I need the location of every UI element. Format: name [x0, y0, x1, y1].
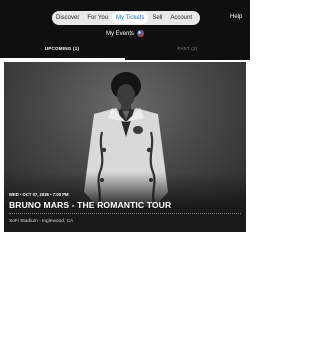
event-venue: SoFi Stadium - Inglewood, CA [9, 219, 74, 224]
active-tab-indicator [0, 58, 125, 60]
page-title-text: My Events [105, 30, 134, 37]
tab-past[interactable]: PAST (2) [125, 46, 250, 51]
top-navigation-bar: Discover For You My Tickets Sell Account… [0, 0, 250, 60]
help-link[interactable]: Help [230, 14, 242, 20]
nav-for-you[interactable]: For You [83, 12, 112, 24]
event-date-time: WED • OCT 07, 2026 • 7:00 PM [9, 192, 69, 197]
event-photo [4, 62, 246, 207]
tab-upcoming[interactable]: UPCOMING (1) [0, 46, 124, 51]
event-title: BRUNO MARS - THE ROMANTIC TOUR [9, 200, 172, 210]
us-flag-icon[interactable] [137, 30, 144, 37]
nav-account[interactable]: Account [166, 12, 196, 24]
nav-sell[interactable]: Sell [148, 12, 166, 24]
main-nav-pill: Discover For You My Tickets Sell Account [52, 11, 200, 25]
event-card[interactable]: WED • OCT 07, 2026 • 7:00 PM BRUNO MARS … [4, 62, 246, 232]
nav-my-tickets[interactable]: My Tickets [112, 12, 149, 24]
performer-silhouette [4, 72, 246, 207]
page-title: My Events [0, 30, 250, 37]
divider [9, 213, 241, 214]
nav-discover[interactable]: Discover [52, 12, 83, 24]
